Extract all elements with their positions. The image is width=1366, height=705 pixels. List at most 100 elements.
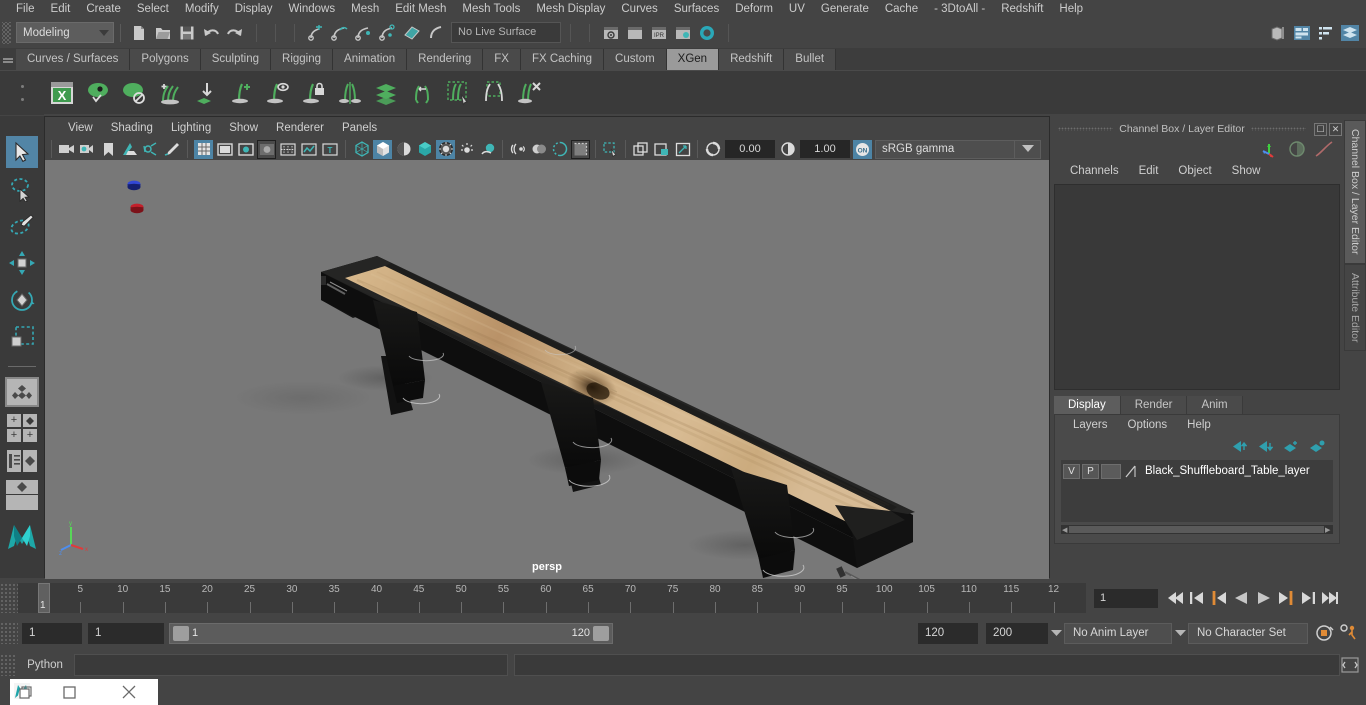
range-slider-grip[interactable] xyxy=(0,622,18,644)
tab-display[interactable]: Display xyxy=(1054,396,1121,414)
color-management-dropdown-arrow[interactable] xyxy=(1015,139,1041,159)
menu-cache[interactable]: Cache xyxy=(877,0,926,19)
layer-list[interactable]: V P Black_Shuffleboard_Table_layer xyxy=(1061,460,1333,522)
vertical-tab-attribute-editor[interactable]: Attribute Editor xyxy=(1344,263,1366,351)
layer-list-scrollbar[interactable]: ◀ ▶ xyxy=(1061,525,1333,534)
step-forward-frame-icon[interactable] xyxy=(1276,588,1295,608)
animation-preferences-icon[interactable] xyxy=(1338,622,1360,644)
menu-generate[interactable]: Generate xyxy=(813,0,877,19)
channel-menu-edit[interactable]: Edit xyxy=(1129,165,1169,177)
layer-menu-layers[interactable]: Layers xyxy=(1063,419,1118,431)
menu-windows[interactable]: Windows xyxy=(280,0,343,19)
channel-menu-object[interactable]: Object xyxy=(1168,165,1221,177)
render-view-icon[interactable] xyxy=(600,22,622,44)
manipulator-icon[interactable] xyxy=(1260,140,1280,158)
step-forward-keyframe-icon[interactable] xyxy=(1298,588,1317,608)
render-settings-icon[interactable] xyxy=(672,22,694,44)
viewport-menu-shading[interactable]: Shading xyxy=(102,122,162,134)
disable-preview-icon[interactable] xyxy=(117,76,151,110)
vertical-tab-channel-box[interactable]: Channel Box / Layer Editor xyxy=(1344,120,1366,264)
menu-curves[interactable]: Curves xyxy=(613,0,665,19)
restore-window-icon[interactable] xyxy=(40,685,99,699)
preview-guides-icon[interactable] xyxy=(261,76,295,110)
viewport-menu-renderer[interactable]: Renderer xyxy=(267,122,333,134)
undo-icon[interactable] xyxy=(200,22,222,44)
go-to-end-icon[interactable] xyxy=(1320,588,1339,608)
viewport-menu-show[interactable]: Show xyxy=(220,122,267,134)
depth-peeling-icon[interactable] xyxy=(550,140,569,159)
xgen-editor-icon[interactable]: X xyxy=(45,76,79,110)
grease-pencil-icon[interactable] xyxy=(162,140,181,159)
xray-joints-icon[interactable] xyxy=(601,140,620,159)
image-plane-icon[interactable] xyxy=(120,140,139,159)
snap-to-curve-icon[interactable] xyxy=(329,22,351,44)
delete-guides-icon[interactable] xyxy=(513,76,547,110)
exposure-icon[interactable] xyxy=(703,140,722,159)
snap-to-view-plane-icon[interactable] xyxy=(401,22,423,44)
viewport-menu-lighting[interactable]: Lighting xyxy=(162,122,220,134)
shelf-options-grip[interactable] xyxy=(0,70,44,115)
viewport-menu-panels[interactable]: Panels xyxy=(333,122,386,134)
ipr-render-icon[interactable]: IPR xyxy=(648,22,670,44)
layer-playback-toggle[interactable]: P xyxy=(1082,463,1099,479)
mirror-guides-icon[interactable] xyxy=(333,76,367,110)
shelf-tab-rendering[interactable]: Rendering xyxy=(407,49,484,70)
character-set-dropdown-arrow[interactable] xyxy=(1172,629,1188,637)
panel-zoom-icon[interactable] xyxy=(673,140,692,159)
shelf-tab-fx-caching[interactable]: FX Caching xyxy=(520,49,605,70)
xray-icon[interactable] xyxy=(571,139,590,159)
select-camera-icon[interactable] xyxy=(57,140,76,159)
groom-layers-icon[interactable] xyxy=(369,76,403,110)
four-view-layout[interactable] xyxy=(22,413,38,428)
gate-mask-icon[interactable] xyxy=(257,139,276,159)
viewport-menu-view[interactable]: View xyxy=(59,122,102,134)
channel-menu-channels[interactable]: Channels xyxy=(1060,165,1129,177)
shelf-tab-sculpting[interactable]: Sculpting xyxy=(200,49,272,70)
panel-grip-right[interactable] xyxy=(1250,127,1306,131)
range-start-field[interactable]: 1 xyxy=(88,622,164,644)
exposure-value[interactable]: 0.00 xyxy=(725,140,775,158)
hypergraph-layout[interactable] xyxy=(22,449,38,473)
persp-outliner-layout[interactable] xyxy=(5,479,39,495)
scrollbar-thumb[interactable] xyxy=(1069,526,1324,533)
outliner-layout[interactable] xyxy=(6,449,22,473)
layer-color-swatch[interactable] xyxy=(1101,463,1121,479)
scale-tool[interactable] xyxy=(6,321,38,353)
persp-graph-layout[interactable]: + xyxy=(22,428,38,443)
add-groom-icon[interactable] xyxy=(153,76,187,110)
menu-edit-mesh[interactable]: Edit Mesh xyxy=(387,0,454,19)
save-scene-icon[interactable] xyxy=(176,22,198,44)
shelf-tab-rigging[interactable]: Rigging xyxy=(271,49,334,70)
floating-window-titlebar[interactable] xyxy=(10,679,158,705)
playback-range-slider[interactable]: 1 120 xyxy=(169,622,613,644)
animation-end-field[interactable]: 200 xyxy=(986,622,1048,644)
command-input[interactable] xyxy=(74,654,508,676)
lasso-select-tool[interactable] xyxy=(6,173,38,205)
layer-menu-help[interactable]: Help xyxy=(1177,419,1221,431)
range-handle-left[interactable] xyxy=(173,625,189,641)
menu-mesh-tools[interactable]: Mesh Tools xyxy=(454,0,528,19)
move-layer-up-icon[interactable] xyxy=(1231,440,1247,453)
move-layer-down-icon[interactable] xyxy=(1257,440,1273,453)
live-surface-field[interactable]: No Live Surface xyxy=(451,22,561,43)
lighting-icon[interactable] xyxy=(436,139,455,159)
shelf-tab-grip[interactable] xyxy=(0,48,16,70)
command-language-label[interactable]: Python xyxy=(16,659,74,671)
show-hide-channel-box-icon[interactable] xyxy=(1339,22,1361,44)
gamma-icon[interactable] xyxy=(778,140,797,159)
shelf-tab-curves-surfaces[interactable]: Curves / Surfaces xyxy=(16,49,131,70)
graph-curve-icon[interactable] xyxy=(1314,140,1334,158)
menu-set-selector[interactable]: Modeling xyxy=(16,22,114,43)
panel-grip-left[interactable] xyxy=(1058,127,1114,131)
layer-visibility-toggle[interactable]: V xyxy=(1063,463,1080,479)
field-chart-icon[interactable] xyxy=(278,140,297,159)
menu-edit[interactable]: Edit xyxy=(43,0,79,19)
menu-help[interactable]: Help xyxy=(1051,0,1091,19)
color-management-value[interactable]: sRGB gamma xyxy=(875,139,1015,159)
play-forwards-icon[interactable] xyxy=(1254,588,1273,608)
film-gate-icon[interactable] xyxy=(215,140,234,159)
show-hide-attribute-editor-icon[interactable] xyxy=(1291,22,1313,44)
new-scene-icon[interactable] xyxy=(128,22,150,44)
close-window-icon[interactable] xyxy=(99,685,158,699)
last-tool-used[interactable] xyxy=(5,377,39,407)
